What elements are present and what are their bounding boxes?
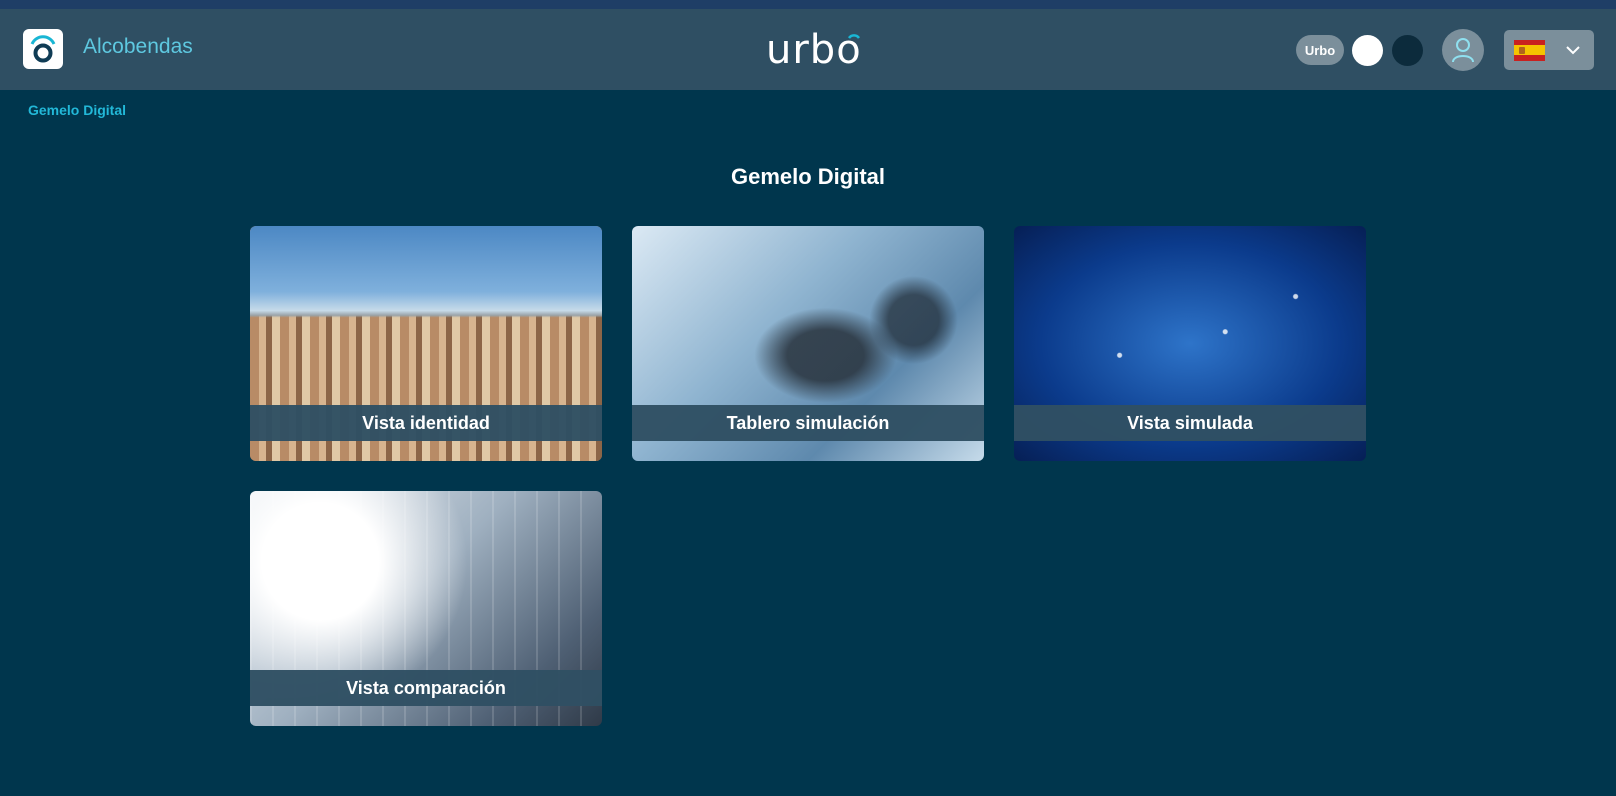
card-tablero-simulacion[interactable]: Tablero simulación xyxy=(632,226,984,461)
spain-flag-icon xyxy=(1514,39,1545,61)
theme-light-button[interactable] xyxy=(1352,35,1383,66)
brand-logo: urbo xyxy=(766,27,861,73)
card-label: Vista comparación xyxy=(250,670,602,706)
urbo-logo-icon[interactable] xyxy=(23,29,63,69)
chevron-down-icon xyxy=(1566,45,1580,54)
card-vista-simulada[interactable]: Vista simulada xyxy=(1014,226,1366,461)
user-icon xyxy=(1452,38,1474,63)
signal-icon xyxy=(847,34,860,39)
card-label: Tablero simulación xyxy=(632,405,984,441)
header: Alcobendas urbo Urbo xyxy=(0,9,1616,90)
card-label: Vista simulada xyxy=(1014,405,1366,441)
card-label: Vista identidad xyxy=(250,405,602,441)
city-name[interactable]: Alcobendas xyxy=(83,35,193,59)
user-button[interactable] xyxy=(1442,29,1484,71)
theme-dark-button[interactable] xyxy=(1392,35,1423,66)
page-title: Gemelo Digital xyxy=(730,164,886,189)
theme-urbo-button[interactable]: Urbo xyxy=(1296,35,1344,65)
card-vista-comparacion[interactable]: Vista comparación xyxy=(250,491,602,726)
language-select[interactable] xyxy=(1504,30,1594,70)
breadcrumb[interactable]: Gemelo Digital xyxy=(28,102,126,118)
top-strip xyxy=(0,0,1616,9)
card-vista-identidad[interactable]: Vista identidad xyxy=(250,226,602,461)
